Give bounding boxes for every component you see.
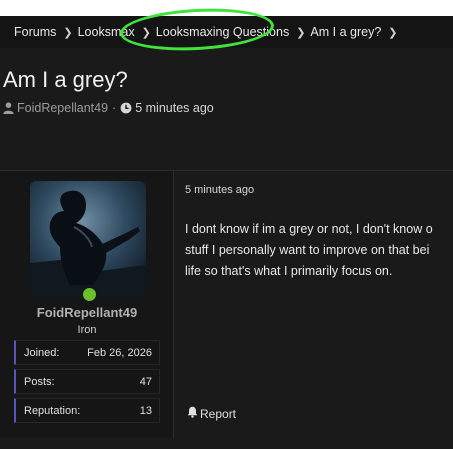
bell-icon bbox=[187, 406, 200, 421]
online-status-indicator bbox=[81, 286, 98, 303]
stat-label: Reputation: bbox=[24, 404, 81, 417]
breadcrumb-item-thread[interactable]: Am I a grey? bbox=[310, 25, 381, 39]
thread-meta: FoidRepellant49 · 5 minutes ago bbox=[3, 101, 214, 115]
stat-reputation: Reputation: 13 bbox=[14, 398, 160, 423]
page-title: Am I a grey? bbox=[3, 67, 128, 92]
stat-value: 13 bbox=[139, 404, 152, 417]
post-body-line: stuff I personally want to improve on th… bbox=[185, 243, 430, 257]
thread-time[interactable]: 5 minutes ago bbox=[135, 101, 214, 115]
post: FoidRepellant49 Iron Joined: Feb 26, 202… bbox=[0, 170, 453, 439]
stat-value[interactable]: 47 bbox=[140, 376, 152, 388]
chevron-right-icon: ❯ bbox=[296, 26, 306, 39]
post-username[interactable]: FoidRepellant49 bbox=[0, 305, 174, 320]
post-timestamp[interactable]: 5 minutes ago bbox=[185, 184, 254, 196]
bottom-edge bbox=[0, 438, 453, 449]
stat-value: Feb 26, 2026 bbox=[87, 346, 152, 359]
thread-author-link[interactable]: FoidRepellant49 bbox=[17, 101, 108, 115]
stat-label: Posts: bbox=[24, 375, 55, 388]
report-button[interactable]: Report bbox=[187, 406, 236, 421]
breadcrumb-item-looksmaxing-questions[interactable]: Looksmaxing Questions bbox=[156, 25, 289, 39]
stat-joined: Joined: Feb 26, 2026 bbox=[14, 340, 160, 365]
chevron-right-icon: ❯ bbox=[141, 26, 151, 39]
chevron-right-icon: ❯ bbox=[388, 26, 398, 39]
breadcrumb-item-forums[interactable]: Forums bbox=[14, 25, 56, 39]
meta-separator: · bbox=[112, 101, 117, 115]
stat-posts: Posts: 47 bbox=[14, 369, 160, 394]
breadcrumb: Forums ❯ Looksmax ❯ Looksmaxing Question… bbox=[0, 16, 453, 48]
stat-label: Joined: bbox=[24, 346, 60, 359]
post-body: I dont know if im a grey or not, I don't… bbox=[185, 219, 453, 282]
post-body-line: life so that's what I primarily focus on… bbox=[185, 264, 393, 278]
user-rank: Iron bbox=[77, 324, 97, 336]
breadcrumb-item-looksmax[interactable]: Looksmax bbox=[78, 25, 135, 39]
avatar[interactable] bbox=[30, 181, 146, 297]
top-edge bbox=[0, 0, 453, 16]
post-body-line: I dont know if im a grey or not, I don't… bbox=[185, 222, 433, 236]
user-icon bbox=[3, 102, 14, 114]
chevron-right-icon: ❯ bbox=[63, 26, 73, 39]
post-user-pane: FoidRepellant49 Iron Joined: Feb 26, 202… bbox=[0, 171, 174, 438]
report-label: Report bbox=[200, 406, 237, 421]
clock-icon bbox=[120, 102, 132, 114]
